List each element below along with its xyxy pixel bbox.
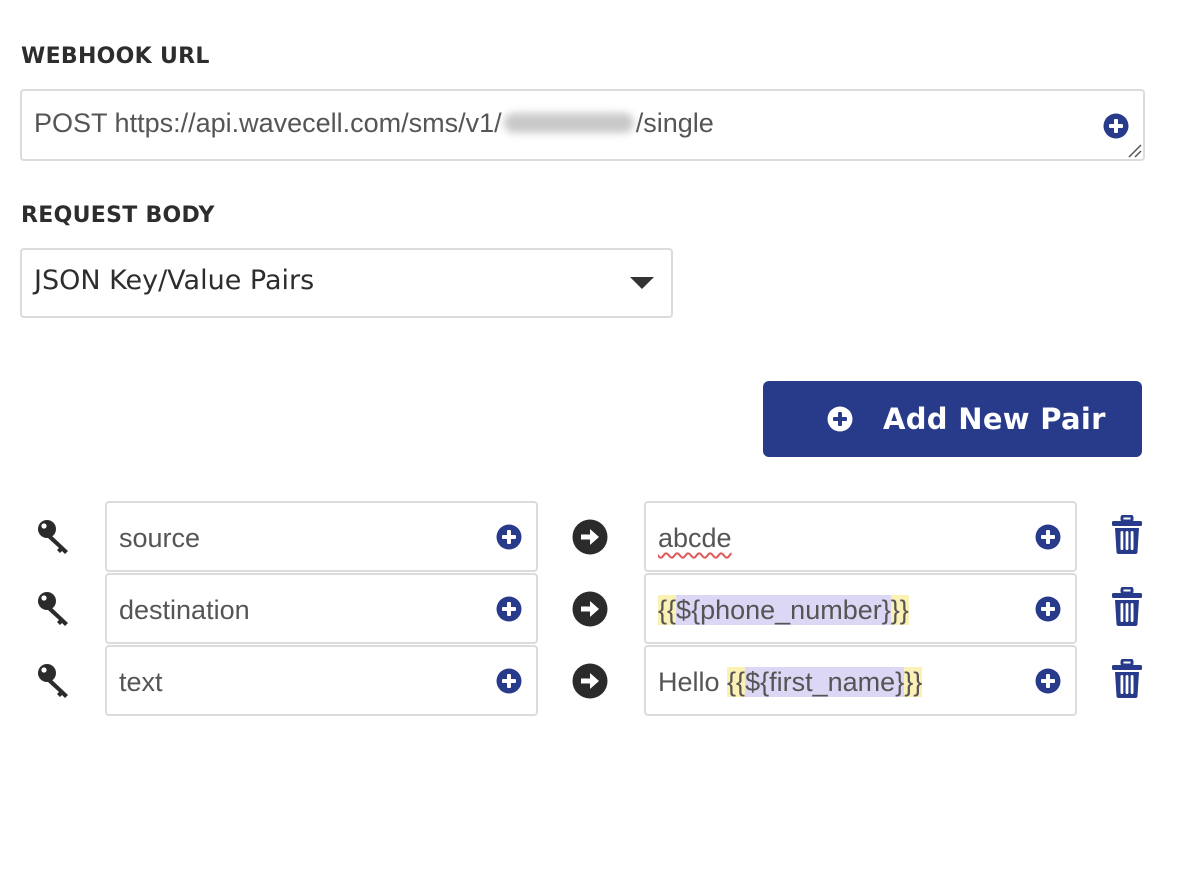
template-close-brace: }} [890,595,909,625]
pair-key-field[interactable]: text [105,645,538,716]
plus-circle-icon[interactable] [1035,596,1061,622]
plus-circle-icon[interactable] [1103,113,1129,139]
key-icon [36,590,74,628]
arrow-right-icon [572,519,608,555]
pair-key-field[interactable]: destination [105,573,538,644]
trash-icon[interactable] [1111,515,1143,555]
pair-key-value: destination [119,595,250,625]
plus-circle-icon[interactable] [1035,524,1061,550]
arrow-right-icon [572,591,608,627]
pair-value-text: Hello {{${first_name}}} [658,667,923,698]
arrow-right-icon [572,663,608,699]
add-new-pair-label: Add New Pair [883,402,1106,436]
template-variable: ${phone_number} [676,595,891,625]
pair-value-plain: abcde [658,523,732,553]
pair-key-value: text [119,667,163,697]
pair-value-field[interactable]: Hello {{${first_name}}} [644,645,1077,716]
plus-circle-icon [827,406,853,432]
pair-row: text Hello {{${first_name}}} [0,645,1186,717]
url-suffix: /single [635,108,714,138]
template-open-brace: {{ [727,667,746,697]
plus-circle-icon[interactable] [496,524,522,550]
webhook-url-field[interactable]: POST https://api.wavecell.com/sms/v1/ /si… [20,89,1145,161]
key-icon [36,518,74,556]
plus-circle-icon[interactable] [496,596,522,622]
request-body-selected: JSON Key/Value Pairs [34,265,315,296]
template-close-brace: }} [904,667,923,697]
http-method: POST [34,108,108,138]
resize-handle-icon[interactable] [1121,137,1143,159]
redacted-segment [503,112,634,133]
webhook-url-value: POST https://api.wavecell.com/sms/v1/ /si… [34,108,714,139]
pair-row: destination {{${phone_number}}} [0,573,1186,645]
chevron-down-icon [630,277,654,289]
pair-key-field[interactable]: source [105,501,538,572]
key-icon [36,662,74,700]
pair-value-text: abcde [658,523,732,554]
pair-value-field[interactable]: {{${phone_number}}} [644,573,1077,644]
add-new-pair-button[interactable]: Add New Pair [763,381,1142,457]
pair-row: source abcde [0,501,1186,573]
template-open-brace: {{ [658,595,677,625]
pair-value-field[interactable]: abcde [644,501,1077,572]
webhook-url-label: WEBHOOK URL [21,44,210,69]
plus-circle-icon[interactable] [496,668,522,694]
template-variable: ${first_name} [745,667,905,697]
url-prefix: https://api.wavecell.com/sms/v1/ [114,108,502,138]
pair-value-prefix: Hello [658,667,728,697]
pair-value-text: {{${phone_number}}} [658,595,909,626]
trash-icon[interactable] [1111,659,1143,699]
plus-circle-icon[interactable] [1035,668,1061,694]
pair-key-value: source [119,523,201,553]
request-body-label: REQUEST BODY [21,203,215,228]
trash-icon[interactable] [1111,587,1143,627]
request-body-select[interactable]: JSON Key/Value Pairs [20,248,673,318]
